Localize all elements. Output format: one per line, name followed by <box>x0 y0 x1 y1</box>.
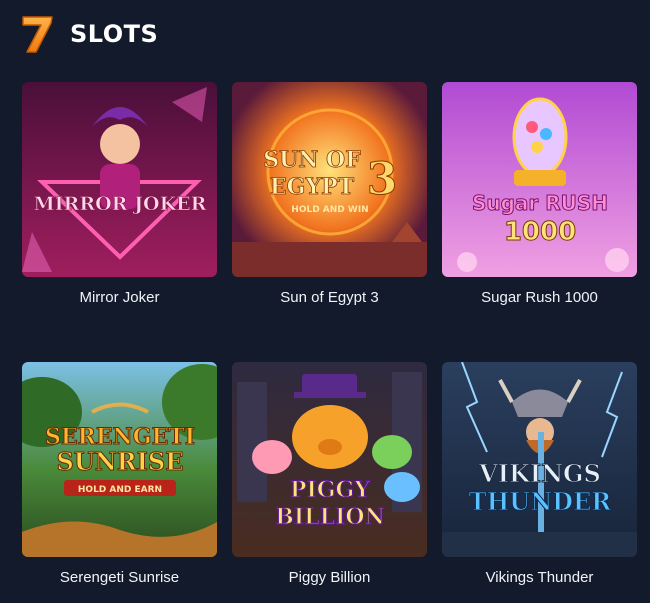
game-thumbnail-piggy-billion[interactable]: PIGGY BILLION <box>232 362 427 557</box>
game-card-sugar-rush-1000[interactable]: Sugar RUSH 1000 Sugar Rush 1000 <box>442 82 637 306</box>
game-thumbnail-vikings-thunder[interactable]: VIKINGS THUNDER <box>442 362 637 557</box>
game-card-mirror-joker[interactable]: MIRROR JOKER Mirror Joker <box>22 82 217 306</box>
svg-text:3: 3 <box>367 154 398 205</box>
svg-text:SUN OF: SUN OF <box>263 147 361 173</box>
svg-text:PIGGY: PIGGY <box>290 477 370 503</box>
game-thumbnail-serengeti-sunrise[interactable]: SERENGETI SUNRISE HOLD AND EARN <box>22 362 217 557</box>
art-title-mirror-joker: MIRROR JOKER <box>34 193 207 215</box>
svg-text:BILLION: BILLION <box>275 504 384 530</box>
game-card-serengeti-sunrise[interactable]: SERENGETI SUNRISE HOLD AND EARN Serenget… <box>22 362 217 586</box>
svg-text:VIKINGS: VIKINGS <box>478 459 601 488</box>
game-thumbnail-sugar-rush-1000[interactable]: Sugar RUSH 1000 <box>442 82 637 277</box>
game-thumbnail-sun-of-egypt-3[interactable]: SUN OF EGYPT 3 HOLD AND WIN <box>232 82 427 277</box>
game-card-piggy-billion[interactable]: PIGGY BILLION Piggy Billion <box>232 362 427 586</box>
game-title-piggy-billion[interactable]: Piggy Billion <box>232 569 427 586</box>
game-title-vikings-thunder[interactable]: Vikings Thunder <box>442 569 637 586</box>
game-card-sun-of-egypt-3[interactable]: SUN OF EGYPT 3 HOLD AND WIN Sun of Egypt… <box>232 82 427 306</box>
game-card-vikings-thunder[interactable]: VIKINGS THUNDER Vikings Thunder <box>442 362 637 586</box>
svg-text:SUNRISE: SUNRISE <box>57 447 184 476</box>
seven-logo-icon <box>22 16 53 53</box>
game-title-sun-of-egypt-3[interactable]: Sun of Egypt 3 <box>232 289 427 306</box>
svg-text:THUNDER: THUNDER <box>469 487 613 516</box>
section-header: SLOTS <box>20 14 158 54</box>
art-subtitle-serengeti-sunrise: HOLD AND EARN <box>78 485 162 495</box>
game-title-sugar-rush-1000[interactable]: Sugar Rush 1000 <box>442 289 637 306</box>
game-title-mirror-joker[interactable]: Mirror Joker <box>22 289 217 306</box>
section-title: SLOTS <box>70 20 159 48</box>
art-subtitle-sun-of-egypt-3: HOLD AND WIN <box>291 205 368 215</box>
svg-text:Sugar RUSH: Sugar RUSH <box>472 191 608 215</box>
game-title-serengeti-sunrise[interactable]: Serengeti Sunrise <box>22 569 217 586</box>
game-thumbnail-mirror-joker[interactable]: MIRROR JOKER <box>22 82 217 277</box>
svg-text:EGYPT: EGYPT <box>270 174 355 200</box>
art-subtitle-sugar-rush-1000: 1000 <box>504 217 576 247</box>
